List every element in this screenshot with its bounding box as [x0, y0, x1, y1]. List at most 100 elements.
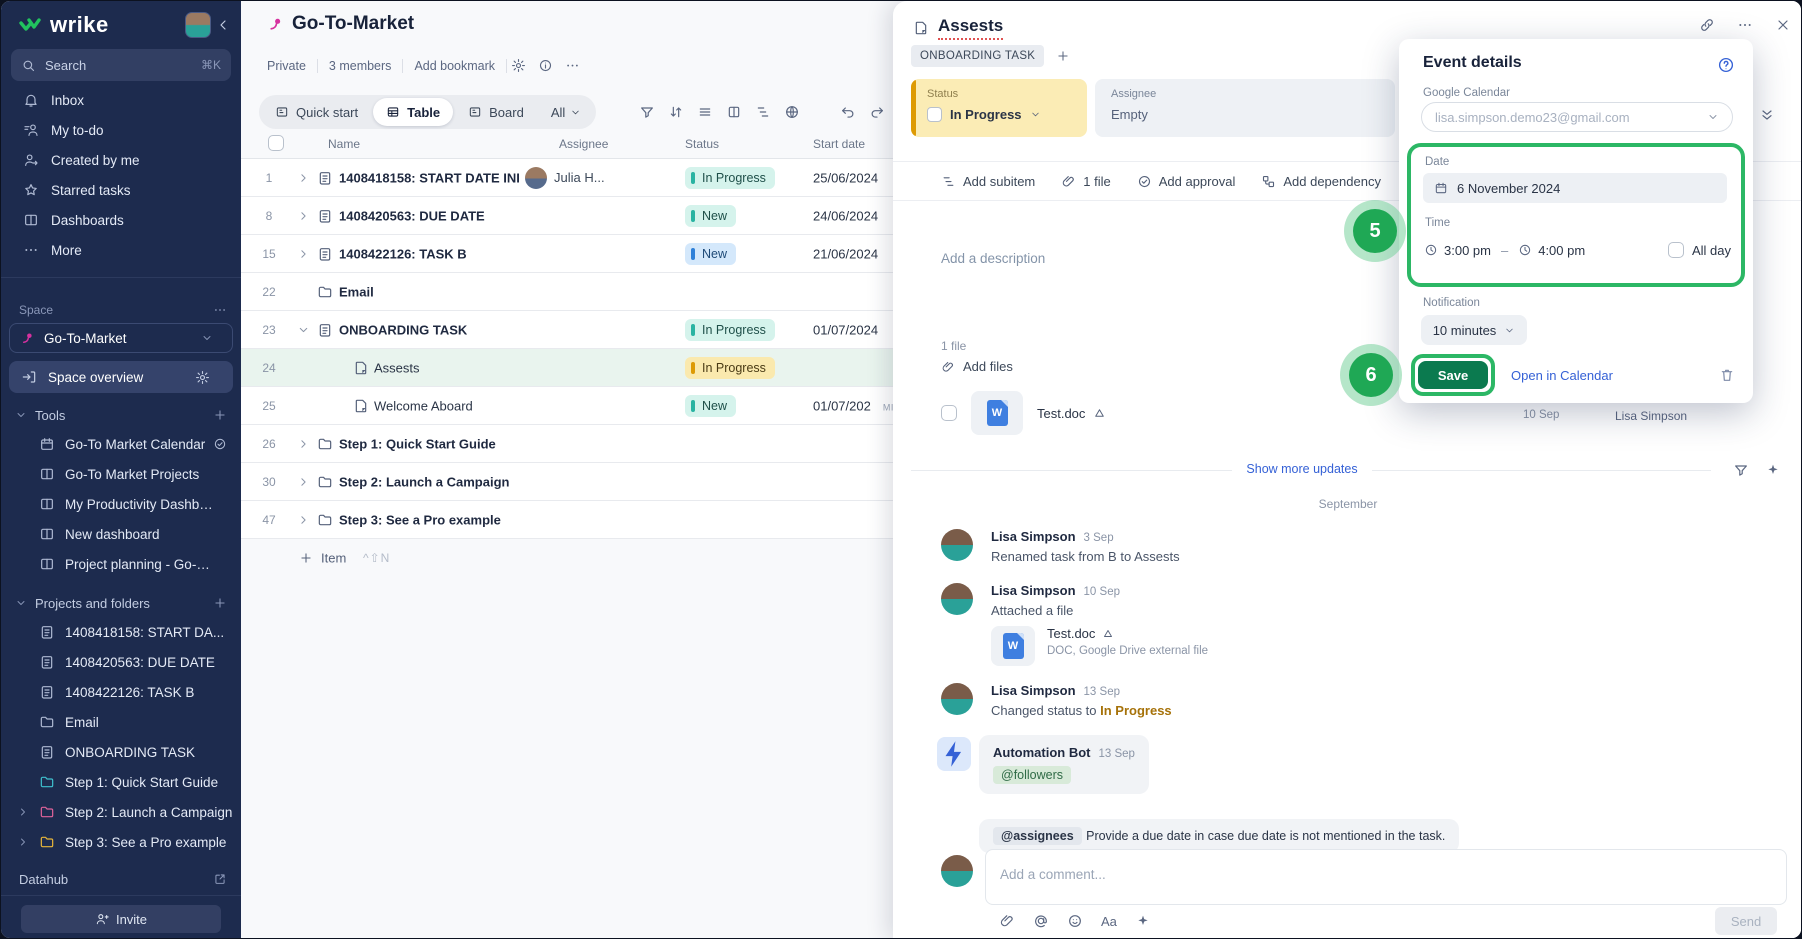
expand-icon[interactable]	[297, 247, 310, 260]
task-name[interactable]: Step 3: See a Pro example	[339, 512, 501, 527]
undo-icon[interactable]	[840, 104, 856, 120]
row-height-icon[interactable]	[697, 104, 713, 120]
time-start-input[interactable]: 3:00 pm	[1444, 243, 1491, 258]
expand-icon[interactable]	[297, 475, 310, 488]
column-header-assignee[interactable]: Assignee	[559, 137, 608, 151]
tab-table[interactable]: Table	[373, 98, 453, 126]
ai-assist-icon[interactable]	[1135, 913, 1151, 929]
tab-quick-start[interactable]: Quick start	[262, 98, 371, 126]
task-name[interactable]: ONBOARDING TASK	[339, 322, 467, 337]
column-header-status[interactable]: Status	[685, 137, 719, 151]
columns-icon[interactable]	[726, 104, 742, 120]
members-label[interactable]: 3 members	[318, 59, 404, 73]
ai-icon[interactable]	[1765, 462, 1781, 478]
expand-icon[interactable]	[297, 437, 310, 450]
start-date[interactable]: 01/07/202MI	[813, 398, 894, 413]
more-icon[interactable]	[565, 58, 580, 73]
expand-icon[interactable]	[297, 209, 310, 222]
format-icon[interactable]: Aa	[1101, 914, 1117, 929]
globe-icon[interactable]	[784, 104, 800, 120]
status-badge[interactable]: In Progress	[685, 357, 775, 379]
sidebar-tool-item[interactable]: Go-To Market Projects	[1, 459, 241, 489]
emoji-icon[interactable]	[1067, 913, 1083, 929]
save-button[interactable]: Save	[1418, 361, 1488, 389]
mention-icon[interactable]	[1033, 913, 1049, 929]
copy-link-icon[interactable]	[1699, 17, 1715, 33]
notification-dropdown[interactable]: 10 minutes	[1421, 315, 1527, 345]
status-badge[interactable]: New	[685, 205, 736, 227]
column-header-name[interactable]: Name	[328, 137, 360, 151]
task-name[interactable]: 1408418158: START DATE INFO	[339, 170, 519, 185]
add-approval-button[interactable]: Add approval	[1137, 174, 1236, 189]
attach-icon[interactable]	[999, 913, 1015, 929]
sidebar-item-dashboards[interactable]: Dashboards	[1, 205, 241, 235]
collapse-fields-icon[interactable]	[1759, 107, 1775, 123]
sidebar-item-datahub[interactable]: Datahub	[1, 865, 241, 893]
invite-button[interactable]: Invite	[21, 905, 221, 933]
status-badge[interactable]: New	[685, 243, 736, 265]
space-more-icon[interactable]	[213, 303, 227, 317]
sidebar-item-space-overview[interactable]: Space overview	[9, 361, 233, 393]
followers-mention[interactable]: @followers	[993, 766, 1071, 784]
expand-icon[interactable]	[297, 171, 310, 184]
add-files-button[interactable]: Add files	[941, 359, 1013, 374]
sidebar-project-item[interactable]: Email	[1, 707, 241, 737]
file-name[interactable]: Test.doc	[1037, 406, 1085, 421]
projects-group[interactable]: Projects and folders	[1, 589, 241, 617]
view-filter-dropdown[interactable]: All	[539, 105, 593, 120]
user-avatar[interactable]	[185, 12, 211, 38]
sidebar-item-created-by-me[interactable]: Created by me	[1, 145, 241, 175]
start-date[interactable]: 21/06/2024	[813, 246, 878, 261]
column-header-start-date[interactable]: Start date	[813, 137, 865, 151]
sidebar-item-inbox[interactable]: Inbox	[1, 85, 241, 115]
1-file-button[interactable]: 1 file	[1061, 174, 1110, 189]
gear-icon[interactable]	[195, 370, 210, 385]
sidebar-project-item[interactable]: 1408418158: START DA...	[1, 617, 241, 647]
calendar-select[interactable]: lisa.simpson.demo23@gmail.com	[1421, 102, 1733, 132]
add-dependency-button[interactable]: Add dependency	[1261, 174, 1381, 189]
status-badge[interactable]: In Progress	[685, 167, 775, 189]
select-all-checkbox[interactable]	[268, 135, 284, 151]
subitems-icon[interactable]	[755, 104, 771, 120]
sidebar-project-item[interactable]: Step 2: Launch a Campaign	[1, 797, 241, 827]
sidebar-project-item[interactable]: 1408422126: TASK B	[1, 677, 241, 707]
feed-attachment[interactable]: W Test.doc DOC, Google Drive external fi…	[991, 626, 1783, 666]
sidebar-project-item[interactable]: Step 3: See a Pro example	[1, 827, 241, 857]
task-name[interactable]: 1408422126: TASK B	[339, 246, 467, 261]
parent-tag[interactable]: ONBOARDING TASK	[911, 45, 1044, 67]
delete-event-icon[interactable]	[1719, 367, 1735, 383]
info-icon[interactable]	[538, 58, 553, 73]
chevron-right-icon[interactable]	[17, 836, 29, 848]
status-field[interactable]: Status In Progress	[911, 79, 1087, 137]
expand-icon[interactable]	[297, 323, 310, 336]
sidebar-project-item[interactable]: ONBOARDING TASK	[1, 737, 241, 767]
open-in-calendar-link[interactable]: Open in Calendar	[1511, 368, 1613, 383]
task-title[interactable]: Assests	[938, 16, 1003, 40]
assignee-field[interactable]: Assignee Empty	[1095, 79, 1395, 137]
task-name[interactable]: 1408420563: DUE DATE	[339, 208, 485, 223]
time-end-input[interactable]: 4:00 pm	[1538, 243, 1585, 258]
assignees-mention[interactable]: @assignees	[993, 827, 1082, 845]
privacy-label[interactable]: Private	[267, 59, 318, 73]
filter-icon[interactable]	[639, 104, 655, 120]
settings-icon[interactable]	[511, 58, 526, 73]
sidebar-item-my-to-do[interactable]: My to-do	[1, 115, 241, 145]
add-tag-icon[interactable]	[1056, 49, 1070, 63]
comment-input[interactable]: Add a comment...	[985, 849, 1787, 905]
file-checkbox[interactable]	[941, 405, 957, 421]
tools-group[interactable]: Tools	[1, 401, 241, 429]
collapse-sidebar-icon[interactable]	[215, 17, 231, 33]
close-icon[interactable]	[1775, 17, 1791, 33]
sidebar-project-item[interactable]: 1408420563: DUE DATE	[1, 647, 241, 677]
add-tool-icon[interactable]	[213, 408, 227, 422]
status-badge[interactable]: New	[685, 395, 736, 417]
space-selector[interactable]: Go-To-Market	[9, 323, 233, 353]
sidebar-project-item[interactable]: Step 1: Quick Start Guide	[1, 767, 241, 797]
sidebar-tool-item[interactable]: New dashboard	[1, 519, 241, 549]
start-date[interactable]: 25/06/2024	[813, 170, 878, 185]
task-more-icon[interactable]	[1737, 17, 1753, 33]
show-more-updates-link[interactable]: Show more updates	[1232, 462, 1371, 476]
task-name[interactable]: Email	[339, 284, 374, 299]
expand-icon[interactable]	[297, 513, 310, 526]
add-subitem-button[interactable]: Add subitem	[941, 174, 1035, 189]
